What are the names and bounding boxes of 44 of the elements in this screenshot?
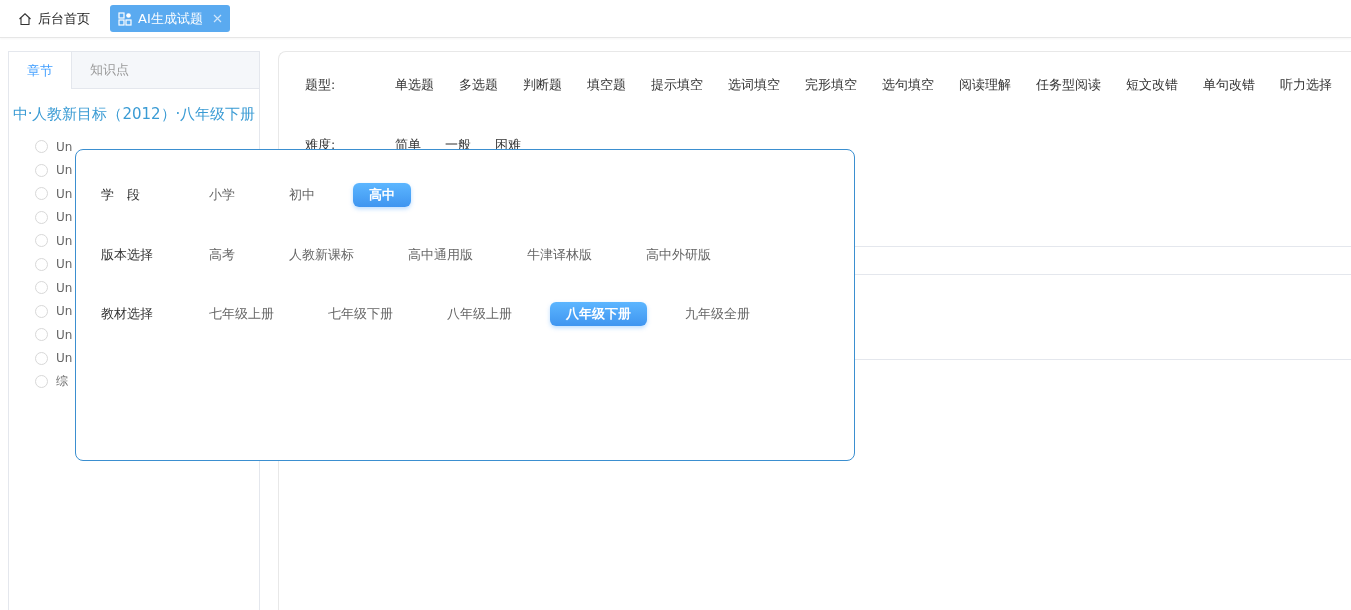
chapter-label[interactable]: Un <box>56 233 73 248</box>
row-label: 教材选择 <box>101 305 154 323</box>
chapter-label[interactable]: 综 <box>56 373 68 391</box>
filter-option[interactable]: 任务型阅读 <box>1036 76 1101 94</box>
chapter-label[interactable]: Un <box>56 163 73 178</box>
option-chip[interactable]: 七年级下册 <box>312 302 409 326</box>
option-chip[interactable]: 高考 <box>193 242 251 267</box>
option-chip[interactable]: 高中通用版 <box>392 242 489 267</box>
filter-option[interactable]: 选词填空 <box>728 76 780 94</box>
option-chip[interactable]: 人教新课标 <box>273 242 370 267</box>
book-title: 中·人教新目标（2012）·八年级下册 <box>11 104 257 125</box>
filter-option[interactable]: 单句改错 <box>1203 76 1255 94</box>
option-chip[interactable]: 八年级上册 <box>431 302 528 326</box>
chapter-label[interactable]: Un <box>56 186 73 201</box>
filter-label: 题型: <box>305 76 337 94</box>
filter-option[interactable]: 阅读理解 <box>959 76 1011 94</box>
option-chip[interactable]: 初中 <box>273 183 331 207</box>
page-tab[interactable]: 后台首页 <box>12 5 96 32</box>
option-chip[interactable]: 小学 <box>193 183 251 207</box>
filter-option[interactable]: 完形填空 <box>805 76 857 94</box>
filter-option[interactable]: 选句填空 <box>882 76 934 94</box>
home-icon <box>18 11 32 26</box>
chapter-label[interactable]: Un <box>56 351 73 366</box>
close-icon[interactable] <box>212 14 222 23</box>
filter-option[interactable]: 听力选择 <box>1280 76 1332 94</box>
option-chip[interactable]: 高中外研版 <box>630 242 727 267</box>
filter-option[interactable]: 判断题 <box>523 76 562 94</box>
filter-option[interactable]: 单选题 <box>395 76 434 94</box>
chapter-label[interactable]: Un <box>56 280 73 295</box>
filter-option[interactable]: 填空题 <box>587 76 626 94</box>
grid-icon <box>118 11 132 26</box>
chapter-label[interactable]: Un <box>56 304 73 319</box>
row-label: 学 段 <box>101 186 141 204</box>
row-label: 版本选择 <box>101 245 154 264</box>
filter-option[interactable]: 提示填空 <box>651 76 703 94</box>
chapter-label[interactable]: Un <box>56 257 73 272</box>
filter-option[interactable]: 短文改错 <box>1126 76 1178 94</box>
chapter-label[interactable]: Un <box>56 139 73 154</box>
chapter-label[interactable]: Un <box>56 210 73 225</box>
option-chip[interactable]: 七年级上册 <box>193 302 290 326</box>
option-chip[interactable]: 九年级全册 <box>669 302 766 326</box>
option-chip[interactable]: 牛津译林版 <box>511 242 608 267</box>
filter-option[interactable]: 多选题 <box>459 76 498 94</box>
chapter-label[interactable]: Un <box>56 327 73 342</box>
